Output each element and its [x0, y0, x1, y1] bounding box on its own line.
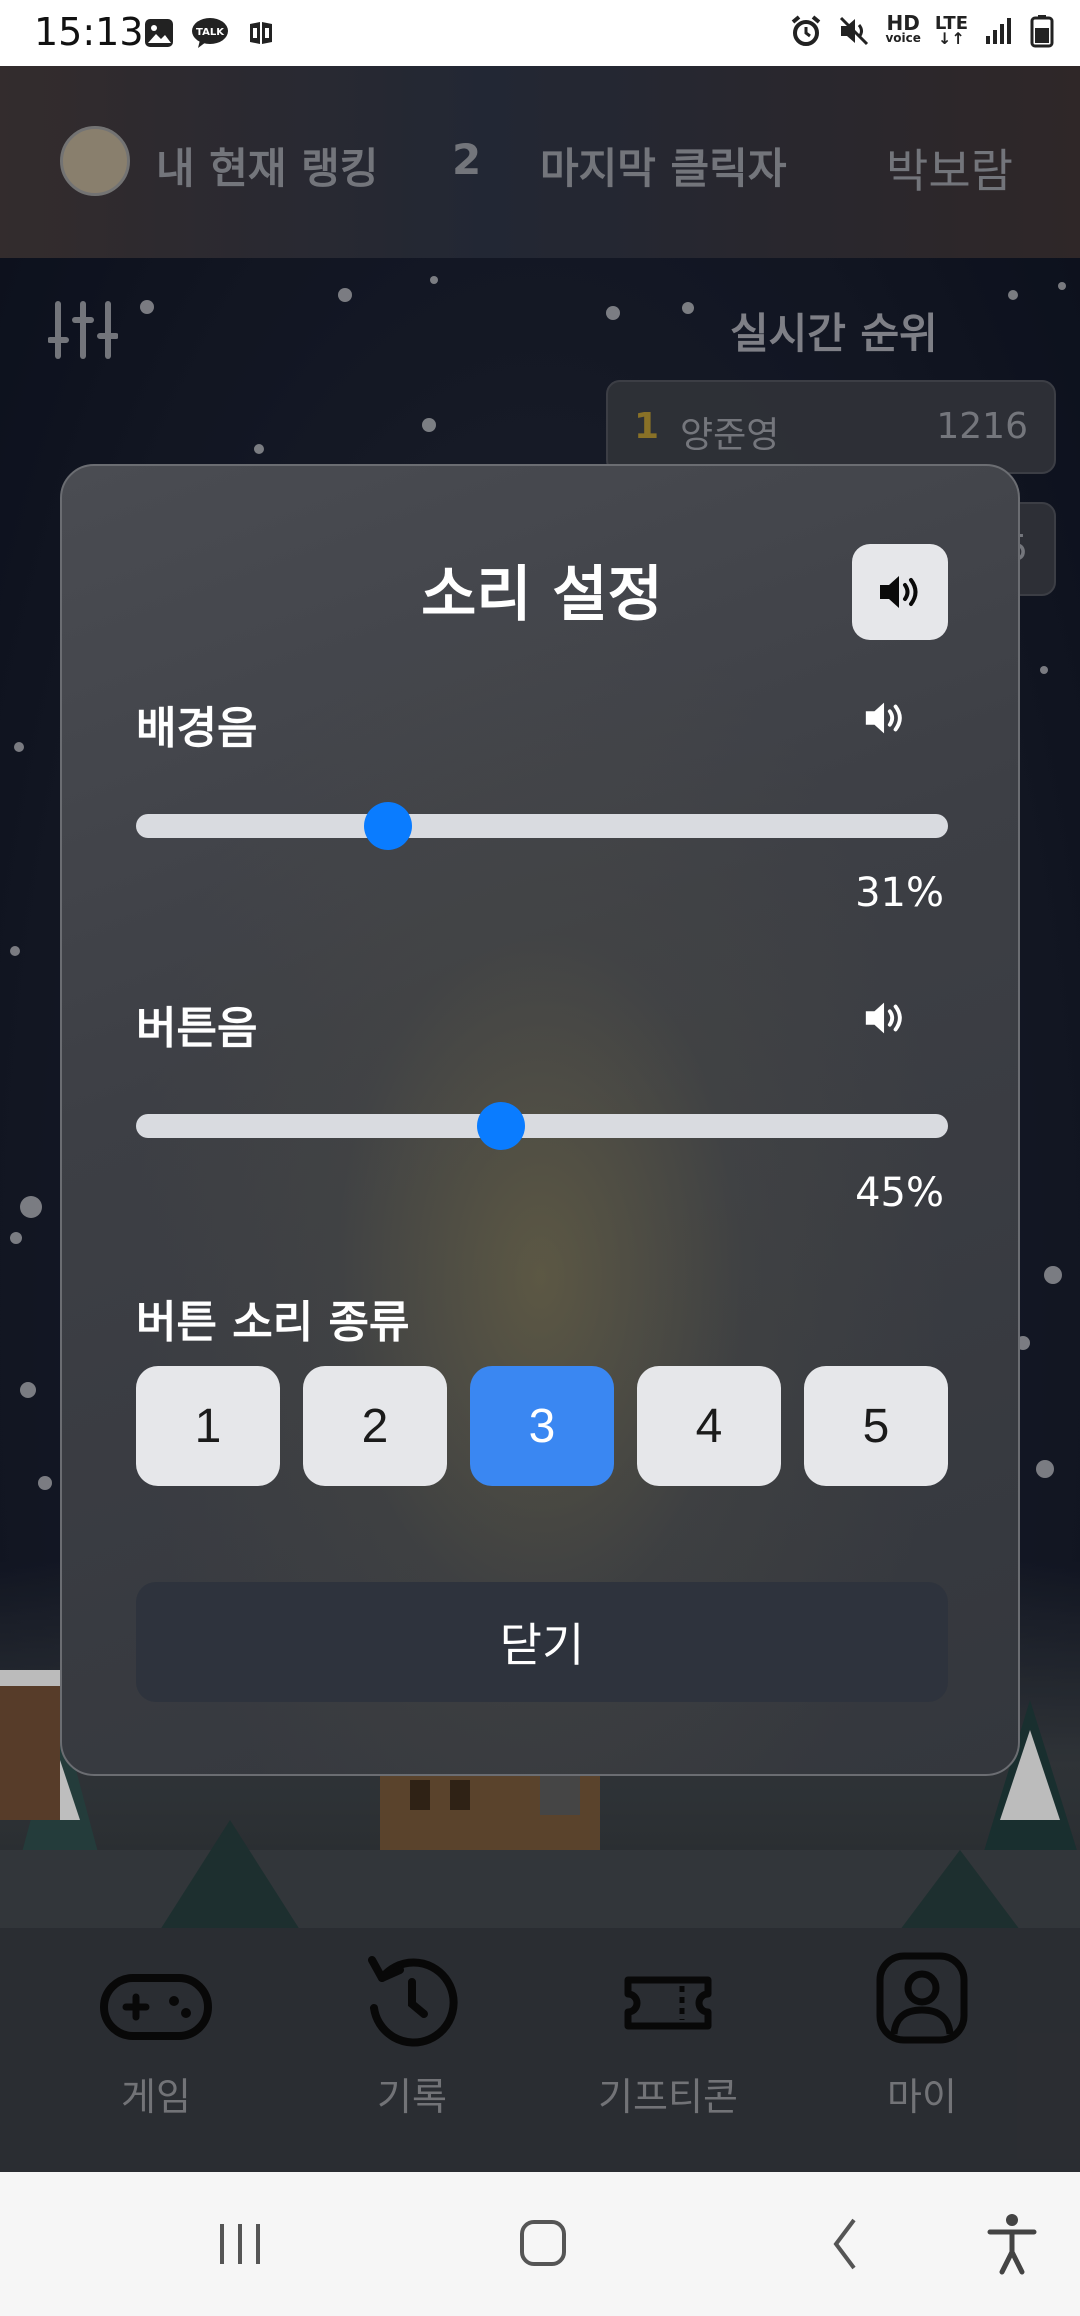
- status-right-icons: HD voice LTE ↓↑: [789, 11, 1054, 48]
- bgm-label: 배경음: [136, 703, 258, 754]
- bgm-volume-value: 31%: [855, 870, 944, 916]
- app-root: 15:13 TALK HD voice LTE ↓↑ 내 현재 랭킹 2 마지막…: [0, 0, 1080, 2316]
- app-icon: [250, 22, 272, 44]
- bgm-volume-slider[interactable]: [136, 802, 948, 850]
- sound-type-option[interactable]: 5: [804, 1366, 948, 1486]
- status-bar: 15:13 TALK HD voice LTE ↓↑: [0, 0, 1080, 66]
- master-sound-toggle-button[interactable]: [852, 544, 948, 640]
- image-icon: [145, 19, 173, 47]
- voice-label: voice: [885, 31, 921, 45]
- back-icon[interactable]: [806, 2208, 886, 2280]
- lte-arrows: ↓↑: [938, 29, 965, 48]
- speaker-icon[interactable]: [862, 698, 908, 738]
- battery-icon: [1030, 15, 1054, 48]
- status-time: 15:13: [34, 10, 144, 54]
- button-sound-volume-slider[interactable]: [136, 1102, 948, 1150]
- hd-label: HD: [886, 11, 920, 35]
- mute-icon: [840, 16, 869, 46]
- recent-apps-icon[interactable]: [200, 2208, 280, 2280]
- sound-type-option[interactable]: 3: [470, 1366, 614, 1486]
- close-button[interactable]: 닫기: [136, 1582, 948, 1702]
- status-left-icons: TALK: [142, 16, 278, 50]
- sound-type-option[interactable]: 4: [637, 1366, 781, 1486]
- signal-icon: [986, 18, 1011, 44]
- sound-type-option[interactable]: 1: [136, 1366, 280, 1486]
- button-sound-slider-thumb[interactable]: [477, 1102, 526, 1150]
- talk-icon: TALK: [192, 18, 228, 48]
- talk-icon-label: TALK: [196, 27, 225, 38]
- system-nav-bar: [0, 2172, 1080, 2316]
- hd-voice-icon: HD voice: [885, 11, 921, 46]
- speaker-icon: [880, 576, 918, 608]
- sound-settings-modal: 소리 설정 배경음 31% 버튼음 45% 버튼 소리 종류 1 2 3 4 5…: [60, 464, 1020, 1776]
- bgm-slider-thumb[interactable]: [363, 802, 412, 850]
- accessibility-icon[interactable]: [972, 2208, 1052, 2280]
- home-icon[interactable]: [502, 2208, 582, 2280]
- sound-type-option[interactable]: 2: [303, 1366, 447, 1486]
- lte-icon: LTE ↓↑: [935, 15, 968, 48]
- sound-type-label: 버튼 소리 종류: [136, 1297, 410, 1348]
- button-sound-volume-value: 45%: [855, 1170, 944, 1216]
- alarm-icon: [792, 15, 821, 46]
- speaker-icon[interactable]: [862, 998, 908, 1038]
- button-sound-label: 버튼음: [136, 1003, 258, 1054]
